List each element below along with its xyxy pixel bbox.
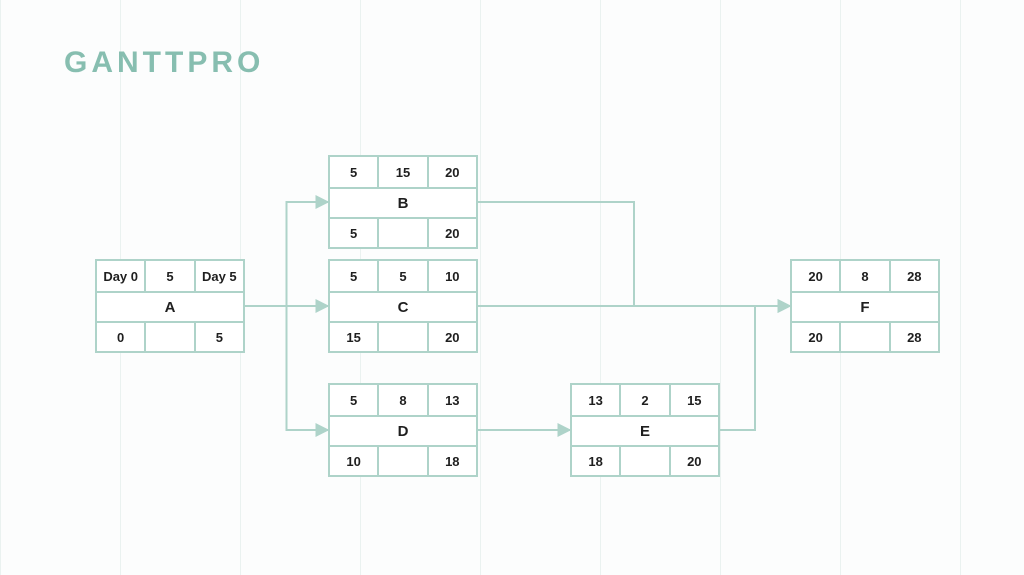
cell-es: 13: [572, 385, 621, 415]
cell-slack: [379, 447, 428, 475]
cell-ef: 20: [429, 157, 476, 187]
cell-ls: 20: [792, 323, 841, 351]
cell-dur: 8: [841, 261, 890, 291]
activity-label: E: [572, 417, 718, 445]
activity-label: D: [330, 417, 476, 445]
cell-dur: 5: [379, 261, 428, 291]
activity-label: A: [97, 293, 243, 321]
cell-lf: 20: [671, 447, 718, 475]
cell-es: Day 0: [97, 261, 146, 291]
cell-slack: [379, 219, 428, 247]
cell-dur: 15: [379, 157, 428, 187]
connector-a-b: [245, 202, 328, 306]
cell-slack: [379, 323, 428, 351]
cell-lf: 28: [891, 323, 938, 351]
cell-lf: 18: [429, 447, 476, 475]
activity-node-c: 5 5 10 C 15 20: [328, 259, 478, 353]
cell-ef: Day 5: [196, 261, 243, 291]
cell-lf: 5: [196, 323, 243, 351]
activity-node-f: 20 8 28 F 20 28: [790, 259, 940, 353]
activity-node-b: 5 15 20 B 5 20: [328, 155, 478, 249]
diagram-canvas: GANTTPRO Day 0 5 Day 5 A 0 5 5 15 20 B 5…: [0, 0, 1024, 575]
cell-es: 20: [792, 261, 841, 291]
cell-ef: 28: [891, 261, 938, 291]
cell-ls: 18: [572, 447, 621, 475]
activity-label: C: [330, 293, 476, 321]
cell-ef: 10: [429, 261, 476, 291]
cell-es: 5: [330, 261, 379, 291]
cell-es: 5: [330, 385, 379, 415]
cell-slack: [841, 323, 890, 351]
activity-label: F: [792, 293, 938, 321]
cell-dur: 8: [379, 385, 428, 415]
connector-a-d: [245, 306, 328, 430]
cell-ef: 13: [429, 385, 476, 415]
connector-b-f: [478, 202, 790, 306]
cell-ls: 0: [97, 323, 146, 351]
cell-slack: [621, 447, 670, 475]
cell-lf: 20: [429, 323, 476, 351]
cell-dur: 5: [146, 261, 195, 291]
activity-node-d: 5 8 13 D 10 18: [328, 383, 478, 477]
activity-node-a: Day 0 5 Day 5 A 0 5: [95, 259, 245, 353]
cell-es: 5: [330, 157, 379, 187]
cell-ef: 15: [671, 385, 718, 415]
cell-dur: 2: [621, 385, 670, 415]
activity-label: B: [330, 189, 476, 217]
brand-logo: GANTTPRO: [64, 46, 264, 80]
cell-ls: 5: [330, 219, 379, 247]
connector-e-f: [720, 306, 790, 430]
cell-ls: 15: [330, 323, 379, 351]
cell-slack: [146, 323, 195, 351]
cell-ls: 10: [330, 447, 379, 475]
activity-node-e: 13 2 15 E 18 20: [570, 383, 720, 477]
cell-lf: 20: [429, 219, 476, 247]
